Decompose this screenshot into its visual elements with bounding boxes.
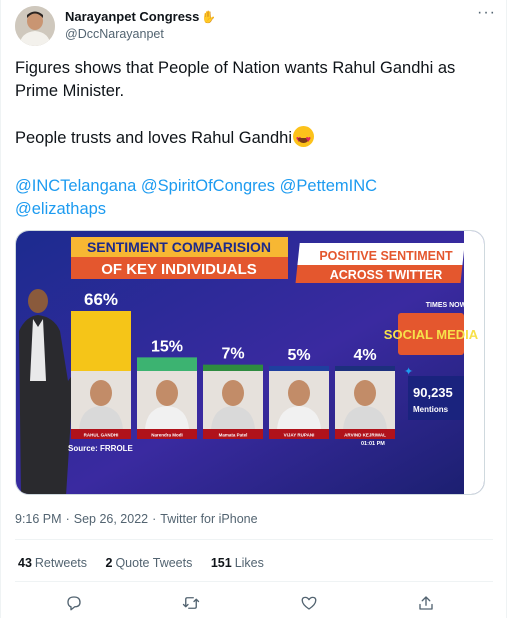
tweet-text: Figures shows that People of Nation want… — [15, 57, 493, 151]
mentions-count: 90,235 — [413, 385, 453, 400]
bar-value-label: 4% — [353, 347, 376, 364]
more-icon[interactable]: ··· — [477, 5, 495, 22]
tweet-time[interactable]: 9:16 PM — [15, 512, 62, 526]
mention-link[interactable]: @INCTelangana — [15, 177, 136, 195]
tweet-text-line1: Figures shows that People of Nation want… — [15, 59, 456, 100]
tweet-actions — [15, 590, 493, 618]
waving-hand-icon: ✋ — [201, 10, 217, 24]
person-face — [90, 380, 112, 406]
mention-link[interactable]: @elizathaps — [15, 200, 106, 218]
reply-icon[interactable] — [60, 590, 88, 616]
chart-bar — [203, 364, 263, 371]
bar-value-label: 5% — [287, 347, 310, 364]
chart-bar — [269, 366, 329, 371]
chart-bar — [335, 366, 395, 371]
mention-link[interactable]: @SpiritOfCongres — [141, 177, 275, 195]
person-face — [288, 380, 310, 406]
like-icon[interactable] — [295, 590, 323, 616]
author-display-name[interactable]: Narayanpet Congress — [65, 9, 199, 24]
tweet-meta: 9:16 PM · Sep 26, 2022 · Twitter for iPhone — [15, 512, 258, 526]
chart-title-line2: OF KEY INDIVIDUALS — [101, 261, 257, 278]
banner-line2: ACROSS TWITTER — [330, 268, 443, 282]
person-face — [222, 380, 244, 406]
tweet-date[interactable]: Sep 26, 2022 — [74, 512, 148, 526]
person-face — [354, 380, 376, 406]
tweet-stats: 43 Retweets 2 Quote Tweets 151 Likes — [18, 555, 279, 571]
tweet: Narayanpet Congress ✋ @DccNarayanpet ··· … — [0, 0, 507, 618]
tweet-media[interactable]: SENTIMENT COMPARISION OF KEY INDIVIDUALS… — [15, 230, 485, 495]
chart-title-line1: SENTIMENT COMPARISION — [87, 239, 271, 255]
category-label: VIJAY RUPANI — [284, 433, 315, 438]
mentions-label: Mentions — [413, 405, 449, 414]
likes-stat[interactable]: 151 Likes — [211, 556, 264, 570]
chart-bar — [137, 357, 197, 371]
author-handle[interactable]: @DccNarayanpet — [65, 26, 216, 42]
retweet-icon[interactable] — [177, 590, 205, 616]
divider — [15, 539, 493, 540]
channel-logo: TIMES NOW — [426, 302, 467, 309]
author-names: Narayanpet Congress ✋ @DccNarayanpet — [65, 8, 216, 42]
chart-source: Source: FRROLE — [68, 444, 134, 453]
mention-link[interactable]: @PettemINC — [280, 177, 377, 195]
tweet-header: Narayanpet Congress ✋ @DccNarayanpet ··· — [15, 5, 495, 46]
retweets-stat[interactable]: 43 Retweets — [18, 556, 87, 570]
tweet-client[interactable]: Twitter for iPhone — [160, 512, 257, 526]
bar-value-label: 7% — [221, 346, 244, 363]
heart-eyes-emoji-icon — [293, 126, 315, 151]
share-icon[interactable] — [412, 590, 440, 616]
bar-value-label: 66% — [84, 290, 118, 309]
banner-line1: POSITIVE SENTIMENT — [319, 249, 453, 263]
category-label: ARVIND KEJRIWAL — [344, 433, 386, 438]
category-label: RAHUL GANDHI — [84, 433, 119, 438]
category-label: Narendra Modi — [151, 433, 183, 438]
divider — [15, 581, 493, 582]
chart-bar — [71, 311, 131, 371]
twitter-bird-icon: ✦ — [404, 365, 413, 378]
bar-value-label: 15% — [151, 338, 183, 355]
tweet-mentions: @INCTelangana @SpiritOfCongres @PettemIN… — [15, 175, 493, 221]
segment-logo-text: SOCIAL MEDIA — [384, 327, 479, 342]
sentiment-chart: SENTIMENT COMPARISION OF KEY INDIVIDUALS… — [16, 231, 484, 494]
chart-time: 01:01 PM — [361, 441, 385, 447]
quote-tweets-stat[interactable]: 2 Quote Tweets — [106, 556, 193, 570]
person-face — [156, 380, 178, 406]
avatar[interactable] — [15, 6, 55, 46]
category-label: Mamata Patel — [219, 433, 248, 438]
tweet-text-line2: People trusts and loves Rahul Gandhi — [15, 129, 293, 147]
